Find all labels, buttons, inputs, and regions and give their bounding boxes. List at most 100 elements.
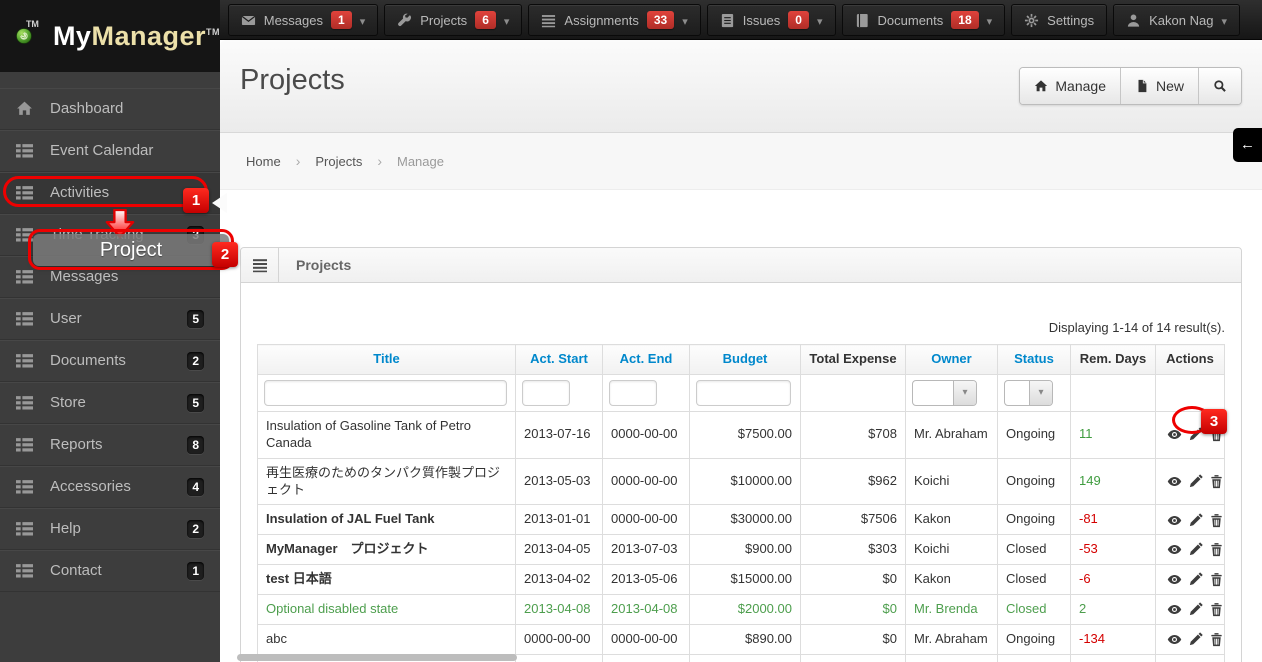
status-value: Ongoing (1006, 426, 1056, 442)
column-header-title[interactable]: Title (257, 344, 516, 375)
nav-item-projects[interactable]: Projects 6 (384, 4, 523, 36)
remaining-days: -81 (1079, 511, 1098, 527)
update-action-button[interactable] (1188, 426, 1203, 443)
breadcrumb-manage: Manage (397, 153, 444, 169)
nav-count-badge: 1 (331, 11, 352, 29)
delete-action-button[interactable] (1209, 541, 1224, 558)
nav-item-issues[interactable]: Issues 0 (706, 4, 836, 36)
filter-budget-input[interactable] (696, 379, 791, 406)
collapse-sidebar-button[interactable] (1233, 128, 1262, 162)
sidebar-item-reports[interactable]: Reports 8 (0, 424, 220, 466)
chevron-down-icon (360, 13, 366, 28)
act-end-date: 0000-00-00 (611, 426, 678, 442)
pencil-icon (1189, 474, 1203, 488)
column-header-act-end[interactable]: Act. End (602, 344, 690, 375)
nav-item-assignments[interactable]: Assignments 33 (528, 4, 701, 36)
update-action-button[interactable] (1188, 473, 1203, 490)
chevron-down-icon (987, 13, 993, 28)
delete-action-button[interactable] (1209, 601, 1224, 618)
total-expense-value: $7506 (860, 511, 897, 527)
sidebar-item-accessories[interactable]: Accessories 4 (0, 466, 220, 508)
act-start-date: 2013-04-08 (524, 601, 591, 617)
filter-title-input[interactable] (264, 379, 507, 406)
nav-item-messages[interactable]: Messages 1 (227, 4, 379, 36)
table-cell: Kakon (905, 504, 998, 536)
nav-item-settings[interactable]: Settings (1011, 4, 1108, 36)
column-header-owner[interactable]: Owner (905, 344, 998, 375)
sidebar-item-dashboard[interactable]: Dashboard (0, 88, 220, 130)
breadcrumb-home[interactable]: Home (246, 154, 281, 169)
search-button[interactable] (1198, 68, 1241, 104)
remaining-days: -6 (1079, 571, 1091, 587)
view-action-button[interactable] (1167, 426, 1182, 443)
view-action-button[interactable] (1167, 541, 1182, 558)
nav-item-kakon-nag[interactable]: Kakon Nag (1113, 4, 1240, 36)
table-cell: $0 (800, 624, 906, 655)
table-cell (1155, 624, 1225, 655)
view-action-button[interactable] (1167, 473, 1182, 490)
table-cell: Koichi (905, 457, 998, 506)
horizontal-scrollbar-thumb[interactable] (237, 654, 517, 661)
view-action-button[interactable] (1167, 571, 1182, 588)
sidebar-item-contact[interactable]: Contact 1 (0, 550, 220, 592)
chevron-down-icon (817, 13, 823, 28)
column-header-budget[interactable]: Budget (689, 344, 801, 375)
column-header-status[interactable]: Status (997, 344, 1071, 375)
budget-value: $15000.00 (730, 571, 792, 587)
sidebar-item-label: Store (50, 394, 86, 411)
owner-name: Koichi (914, 473, 950, 489)
table-cell: $890.00 (689, 624, 801, 655)
sidebar-item-activities[interactable]: Activities (0, 172, 220, 214)
view-action-button[interactable] (1167, 511, 1182, 528)
owner-name: Koichi (914, 541, 950, 557)
total-expense-value: $962 (868, 473, 897, 489)
trash-icon (1211, 633, 1222, 647)
update-action-button[interactable] (1188, 511, 1203, 528)
update-action-button[interactable] (1188, 631, 1203, 648)
pencil-icon (1189, 632, 1203, 646)
status-value: Ongoing (1006, 473, 1056, 489)
sidebar-item-messages[interactable]: Messages (0, 256, 220, 298)
sidebar-item-documents[interactable]: Documents 2 (0, 340, 220, 382)
delete-action-button[interactable] (1209, 473, 1224, 490)
nav-item-label: Settings (1047, 12, 1095, 28)
page-header: Projects Manage New (220, 40, 1262, 133)
column-header-act-start[interactable]: Act. Start (515, 344, 603, 375)
delete-action-button[interactable] (1209, 571, 1224, 588)
sidebar-menu: Dashboard Event Calendar Activities Time Tr… (0, 72, 220, 662)
filter-cell (1155, 373, 1225, 412)
chevron-down-icon (953, 380, 976, 405)
view-action-button[interactable] (1167, 601, 1182, 618)
sidebar-item-store[interactable]: Store 5 (0, 382, 220, 424)
wrench-icon (398, 13, 412, 26)
view-action-button[interactable] (1167, 631, 1182, 648)
eye-icon (1167, 545, 1182, 555)
new-button[interactable]: New (1119, 68, 1198, 104)
sidebar-item-event-calendar[interactable]: Event Calendar (0, 130, 220, 172)
search-icon (1214, 80, 1226, 92)
filter-act-start-input[interactable] (522, 379, 570, 406)
app-logo[interactable]: TM MyManagerTM (0, 0, 220, 72)
update-action-button[interactable] (1188, 571, 1203, 588)
filter-owner-select[interactable] (912, 379, 977, 406)
delete-action-button[interactable] (1209, 511, 1224, 528)
nav-item-documents[interactable]: Documents 18 (841, 4, 1006, 36)
sidebar-item-user[interactable]: User 5 (0, 298, 220, 340)
trash-icon (1211, 543, 1222, 557)
table-cell: 2013-04-02 (515, 564, 603, 596)
filter-status-select[interactable] (1004, 379, 1053, 406)
table-cell: 2013-01-01 (515, 504, 603, 536)
filter-cell (515, 373, 603, 412)
sidebar-item-time-tracking[interactable]: Time Tracking 3 (0, 214, 220, 256)
update-action-button[interactable] (1188, 541, 1203, 558)
sidebar-count-badge: 2 (187, 351, 204, 370)
filter-act-end-input[interactable] (609, 379, 657, 406)
delete-action-button[interactable] (1209, 426, 1224, 443)
sidebar-item-help[interactable]: Help 2 (0, 508, 220, 550)
panel-menu-button[interactable] (241, 248, 279, 282)
update-action-button[interactable] (1188, 601, 1203, 618)
delete-action-button[interactable] (1209, 631, 1224, 648)
breadcrumb-projects[interactable]: Projects (315, 154, 362, 169)
act-start-date: 2013-04-02 (524, 571, 591, 587)
manage-button[interactable]: Manage (1020, 68, 1120, 104)
